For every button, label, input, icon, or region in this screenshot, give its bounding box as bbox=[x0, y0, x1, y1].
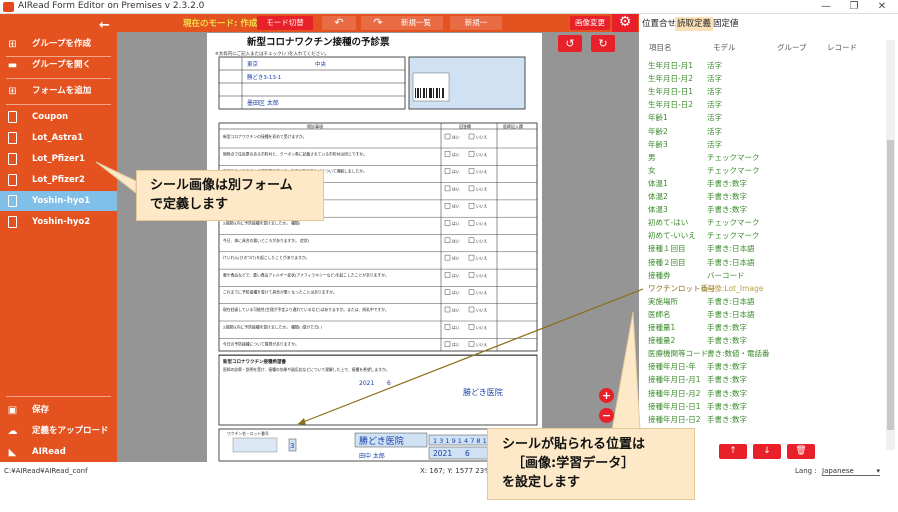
callout-line: シール画像は別フォーム bbox=[150, 178, 293, 193]
callout-line: シールが貼られる位置は bbox=[502, 437, 646, 452]
callout-arrows bbox=[95, 161, 644, 431]
callout-line: で定義します bbox=[150, 197, 229, 212]
callout-line: を設定します bbox=[502, 475, 581, 490]
callout-sticker-position: シールが貼られる位置は ［画像:学習データ］ を設定します bbox=[487, 428, 695, 500]
callout-sticker-definition: シール画像は別フォーム で定義します bbox=[136, 170, 324, 221]
app-window: AIRead Form Editor on Premises v 2.3.2.0… bbox=[0, 0, 898, 512]
callout-line: ［画像:学習データ］ bbox=[512, 456, 635, 471]
